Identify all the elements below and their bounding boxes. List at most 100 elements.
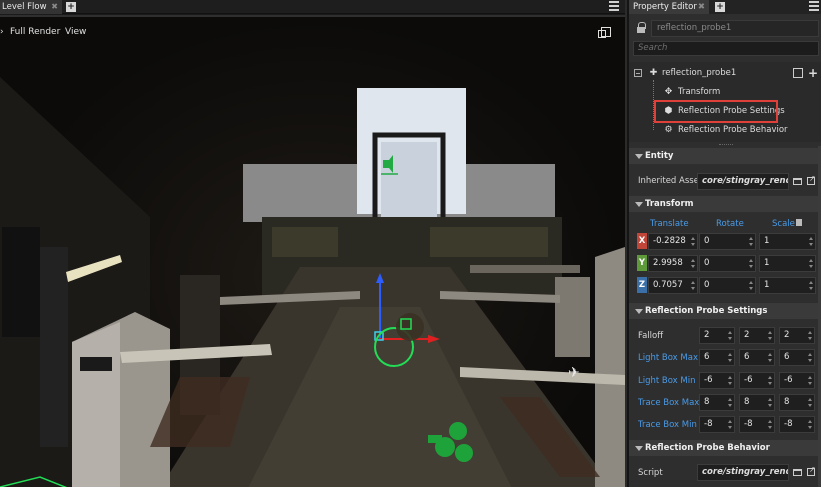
light-box-max-x-field[interactable]: 6	[699, 349, 735, 366]
scale-z-field[interactable]: 1	[759, 277, 816, 294]
add-component-icon[interactable]: +	[808, 67, 818, 79]
falloff-z-field[interactable]: 2	[779, 327, 815, 344]
trace-box-max-x-field[interactable]: 8	[699, 394, 735, 411]
folder-icon[interactable]	[793, 469, 802, 476]
menu-icon[interactable]	[609, 1, 619, 11]
translate-x-field[interactable]: -0.2828	[648, 233, 698, 250]
splitter-handle[interactable]	[719, 144, 733, 146]
light-box-min-x-value: -6	[704, 375, 713, 385]
trace-box-min-x-field[interactable]: -8	[699, 416, 735, 433]
view-menu[interactable]: View	[65, 27, 86, 37]
section-reflection-probe-behavior[interactable]: Reflection Probe Behavior	[629, 440, 821, 456]
close-icon[interactable]: ✖	[51, 0, 58, 14]
light-box-min-z-field[interactable]: -6	[779, 372, 815, 389]
menu-icon[interactable]	[809, 1, 819, 11]
close-icon[interactable]: ✖	[698, 0, 705, 14]
column-translate: Translate	[650, 219, 689, 229]
translate-y-field[interactable]: 2.9958	[648, 255, 698, 272]
lock-icon[interactable]	[637, 22, 646, 33]
trace-box-min-y-field[interactable]: -8	[739, 416, 775, 433]
scale-x-field[interactable]: 1	[759, 233, 816, 250]
light-box-max-z-field[interactable]: 6	[779, 349, 815, 366]
viewport-3d[interactable]: ✈ › Full Render View	[0, 15, 625, 487]
trace-box-max-y-field[interactable]: 8	[739, 394, 775, 411]
viewport-menu-glyph[interactable]: ›	[0, 27, 4, 37]
section-reflection-probe-settings[interactable]: Reflection Probe Settings	[629, 303, 821, 319]
light-box-max-y-field[interactable]: 6	[739, 349, 775, 366]
trace-box-min-label: Trace Box Min	[638, 420, 697, 430]
translate-z-field[interactable]: 0.7057	[648, 277, 698, 294]
puzzle-icon: ✚	[649, 68, 658, 78]
tree-item-label: Transform	[678, 87, 721, 97]
property-editor-tabbar: Property Editor ✖ +	[629, 0, 821, 14]
inherited-asset-field[interactable]: core/stingray_renderer/	[697, 173, 789, 190]
inherited-asset-label: Inherited Asset	[638, 176, 703, 186]
tree-item-transform[interactable]: ✥ Transform	[629, 83, 821, 101]
light-box-max-label: Light Box Max	[638, 353, 698, 363]
falloff-x-value: 2	[704, 330, 710, 340]
axis-x-badge: X	[637, 233, 647, 249]
scale-y-field[interactable]: 1	[759, 255, 816, 272]
folder-icon[interactable]	[793, 178, 802, 185]
light-box-max-y-value: 6	[744, 352, 750, 362]
open-external-icon[interactable]	[807, 174, 816, 185]
edit-icon[interactable]	[793, 68, 803, 78]
open-external-icon[interactable]	[807, 465, 816, 476]
tree-item-reflection-probe-behavior[interactable]: ⚙ Reflection Probe Behavior	[629, 121, 821, 139]
section-title: Transform	[645, 199, 694, 209]
light-box-min-z-value: -6	[784, 375, 793, 385]
falloff-y-field[interactable]: 2	[739, 327, 775, 344]
tree-root[interactable]: ✚ reflection_probe1 +	[629, 64, 821, 82]
search-input[interactable]: Search	[633, 41, 819, 56]
trace-box-max-z-field[interactable]: 8	[779, 394, 815, 411]
maximize-icon[interactable]	[598, 27, 611, 38]
svg-text:✈: ✈	[568, 365, 580, 381]
trace-box-max-y-value: 8	[744, 397, 750, 407]
gear-icon: ⚙	[664, 125, 673, 135]
add-tab-icon[interactable]: +	[66, 2, 76, 12]
scale-x-value: 1	[764, 236, 770, 246]
column-scale: Scale	[772, 219, 795, 229]
translate-z-value: 0.7057	[653, 280, 683, 290]
level-flow-panel: Level Flow ✖ + ✈ › Full Render View	[0, 0, 625, 487]
falloff-label: Falloff	[638, 331, 664, 341]
tab-level-flow-label: Level Flow	[2, 2, 47, 12]
scale-lock-icon[interactable]	[796, 219, 802, 226]
translate-x-value: -0.2828	[653, 236, 686, 246]
trace-box-min-z-value: -8	[784, 419, 793, 429]
trace-box-min-y-value: -8	[744, 419, 753, 429]
rotate-x-value: 0	[704, 236, 710, 246]
tree-item-label: Reflection Probe Behavior	[678, 125, 788, 135]
full-render-menu[interactable]: Full Render	[10, 27, 60, 37]
level-flow-tabbar: Level Flow ✖ +	[0, 0, 625, 14]
rotate-z-value: 0	[704, 280, 710, 290]
axis-z-badge: Z	[637, 277, 647, 293]
trace-box-min-z-field[interactable]: -8	[779, 416, 815, 433]
trace-box-max-label: Trace Box Max	[638, 398, 700, 408]
column-rotate: Rotate	[716, 219, 744, 229]
add-tab-icon[interactable]: +	[715, 2, 725, 12]
light-box-min-x-field[interactable]: -6	[699, 372, 735, 389]
rotate-y-field[interactable]: 0	[699, 255, 756, 272]
falloff-z-value: 2	[784, 330, 790, 340]
light-box-min-y-value: -6	[744, 375, 753, 385]
collapse-icon[interactable]	[634, 69, 642, 77]
light-box-min-y-field[interactable]: -6	[739, 372, 775, 389]
light-box-min-label: Light Box Min	[638, 376, 696, 386]
rotate-z-field[interactable]: 0	[699, 277, 756, 294]
highlight-box	[654, 100, 778, 123]
tab-level-flow[interactable]: Level Flow ✖	[0, 0, 62, 14]
scale-z-value: 1	[764, 280, 770, 290]
object-name-row: reflection_probe1	[633, 18, 819, 40]
script-field[interactable]: core/stingray_renderer/	[697, 464, 789, 481]
section-title: Reflection Probe Settings	[645, 306, 768, 316]
tab-property-editor[interactable]: Property Editor ✖	[629, 0, 709, 14]
falloff-x-field[interactable]: 2	[699, 327, 735, 344]
object-name-field[interactable]: reflection_probe1	[651, 20, 819, 37]
rotate-x-field[interactable]: 0	[699, 233, 756, 250]
section-entity[interactable]: Entity	[629, 148, 821, 164]
light-box-max-z-value: 6	[784, 352, 790, 362]
trace-box-max-x-value: 8	[704, 397, 710, 407]
tab-property-editor-label: Property Editor	[633, 2, 697, 12]
section-transform[interactable]: Transform	[629, 196, 821, 212]
